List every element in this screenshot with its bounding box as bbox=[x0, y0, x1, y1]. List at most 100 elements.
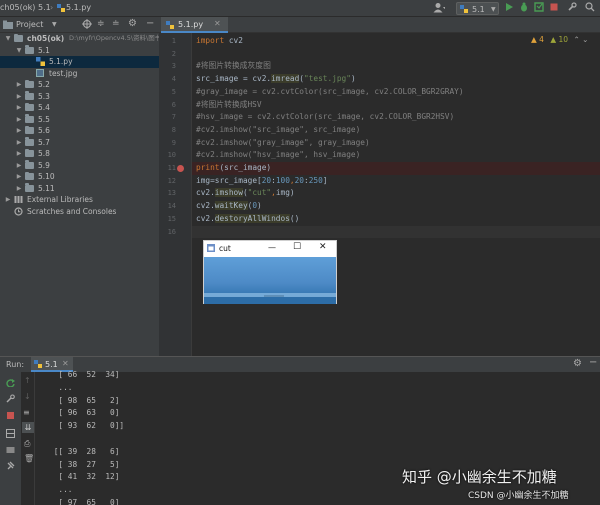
arrow-down-icon[interactable]: ↓ bbox=[24, 392, 31, 401]
tab-label: 5.1.py bbox=[178, 20, 204, 29]
chevron-right-icon[interactable]: ▶ bbox=[15, 114, 23, 126]
wrench-icon[interactable] bbox=[6, 394, 15, 403]
tree-item[interactable]: ▶ 5.10 bbox=[0, 171, 159, 183]
gear-icon[interactable]: ⚙ bbox=[573, 358, 582, 369]
close-tab-icon[interactable]: ✕ bbox=[62, 359, 69, 368]
code-token: 20 bbox=[261, 175, 272, 185]
chevron-right-icon[interactable]: ▶ bbox=[15, 91, 23, 103]
breakpoint-icon[interactable] bbox=[177, 165, 184, 172]
console-line: [[ 39 28 6] bbox=[49, 446, 120, 456]
tree-item-label: 5.2 bbox=[38, 80, 50, 89]
tab-5-1-py[interactable]: 5.1.py ✕ bbox=[161, 17, 228, 33]
run-icon[interactable] bbox=[503, 2, 515, 15]
python-file-icon bbox=[166, 21, 174, 29]
breadcrumb-folder[interactable]: 5.1 bbox=[38, 3, 51, 12]
chevron-down-icon[interactable]: ▼ bbox=[4, 33, 12, 45]
folder-icon bbox=[25, 91, 34, 100]
stop-icon[interactable] bbox=[6, 411, 15, 420]
layout-icon[interactable] bbox=[6, 429, 15, 438]
gear-icon[interactable]: ⚙ bbox=[128, 18, 137, 29]
chevron-right-icon[interactable]: ▶ bbox=[15, 160, 23, 172]
code-editor[interactable]: ▲ 4 ▲ 10 ⌃ ⌄ import cv2 #将图片转换成灰度图 src_ima… bbox=[192, 33, 600, 356]
run-configuration-select[interactable]: 5.1 ▼ bbox=[456, 2, 499, 15]
arrow-up-icon[interactable]: ↑ bbox=[24, 376, 31, 385]
tree-item[interactable]: ▶ 5.3 bbox=[0, 91, 159, 103]
code-token: print bbox=[196, 163, 220, 172]
trash-icon[interactable]: 🗑 bbox=[24, 454, 34, 463]
search-everywhere-icon[interactable] bbox=[584, 2, 596, 15]
scratches-icon bbox=[14, 206, 23, 216]
tree-item[interactable]: ▶ 5.4 bbox=[0, 102, 159, 114]
tree-item[interactable]: 5.1.py bbox=[0, 56, 159, 68]
chevron-down-icon[interactable]: ▼ bbox=[15, 45, 23, 57]
chevron-right-icon[interactable]: ▶ bbox=[15, 137, 23, 149]
tree-item[interactable]: ▶ 5.7 bbox=[0, 137, 159, 149]
image-file-icon bbox=[36, 69, 44, 77]
chevron-down-icon[interactable]: ⌄ bbox=[582, 35, 588, 44]
console-line: [ 93 62 0]] bbox=[49, 421, 125, 431]
console-line: ... bbox=[49, 485, 73, 495]
chevron-right-icon[interactable]: ▶ bbox=[15, 125, 23, 137]
line-number: 1 bbox=[171, 37, 176, 45]
code-token: #cv2.imshow("src_image", src_image) bbox=[196, 124, 361, 134]
watermark-sub: CSDN @小幽余生不加糖 bbox=[468, 491, 569, 501]
user-icon[interactable] bbox=[430, 2, 448, 15]
chevron-up-icon[interactable]: ⌃ bbox=[573, 35, 579, 44]
chevron-right-icon[interactable]: ▶ bbox=[15, 79, 23, 91]
breadcrumb-file[interactable]: 5.1.py bbox=[57, 3, 91, 12]
locate-file-icon[interactable] bbox=[82, 19, 92, 31]
line-number: 12 bbox=[167, 176, 176, 185]
tree-item[interactable]: ▶ 5.11 bbox=[0, 183, 159, 195]
line-number-gutter: 1 2 3 4 5 6 7 8 9 10 11 12 13 14 15 16 bbox=[159, 33, 191, 356]
inspection-widget[interactable]: ▲ 4 ▲ 10 ⌃ ⌄ bbox=[531, 35, 588, 44]
chevron-right-icon[interactable]: ▶ bbox=[15, 171, 23, 183]
tree-item[interactable]: ▶ External Libraries bbox=[0, 194, 159, 206]
code-line: #cv2.imshow("hsv_image", hsv_image) bbox=[196, 149, 360, 162]
folder-icon bbox=[25, 171, 34, 180]
cut-image-window[interactable]: cut — ☐ ✕ bbox=[203, 240, 337, 304]
code-token: imshow bbox=[214, 188, 243, 198]
hide-panel-icon[interactable]: − bbox=[589, 357, 597, 368]
wrench-icon[interactable] bbox=[566, 2, 578, 15]
maximize-button[interactable]: ☐ bbox=[293, 242, 301, 252]
expand-all-icon[interactable]: ≑ bbox=[97, 19, 105, 29]
hide-panel-icon[interactable]: − bbox=[146, 18, 154, 29]
tree-item-label: 5.1.py bbox=[49, 57, 73, 66]
layout-icon[interactable] bbox=[6, 445, 15, 454]
cut-window-titlebar[interactable]: cut — ☐ ✕ bbox=[204, 241, 336, 256]
minimize-button[interactable]: — bbox=[268, 243, 276, 252]
chevron-down-icon[interactable]: ▼ bbox=[52, 21, 57, 28]
folder-icon bbox=[25, 102, 34, 111]
collapse-all-icon[interactable]: ≐ bbox=[112, 19, 120, 29]
rerun-icon[interactable] bbox=[6, 378, 15, 387]
print-icon[interactable]: ⎙ bbox=[24, 439, 30, 449]
pin-icon[interactable] bbox=[6, 461, 15, 470]
stop-icon[interactable] bbox=[548, 2, 560, 15]
close-tab-icon[interactable]: ✕ bbox=[214, 19, 221, 28]
tree-item[interactable]: ▼ 5.1 bbox=[0, 45, 159, 57]
code-token: 20 bbox=[294, 175, 304, 185]
tree-item[interactable]: ▶ 5.8 bbox=[0, 148, 159, 160]
tree-item-path: D:\myfr\Opencv4.5\资料\图书资 bbox=[69, 34, 168, 42]
tree-item[interactable]: ▶ 5.2 bbox=[0, 79, 159, 91]
tree-item[interactable]: ▶ 5.9 bbox=[0, 160, 159, 172]
tree-item[interactable]: test.jpg bbox=[0, 68, 159, 80]
chevron-down-icon: ▼ bbox=[491, 6, 496, 13]
tree-item-label: External Libraries bbox=[27, 195, 93, 204]
chevron-right-icon[interactable]: ▶ bbox=[15, 183, 23, 195]
tree-item[interactable]: ▶ 5.6 bbox=[0, 125, 159, 137]
project-panel-title[interactable]: Project bbox=[16, 20, 43, 29]
tree-item[interactable]: Scratches and Consoles bbox=[0, 206, 159, 218]
coverage-icon[interactable] bbox=[533, 2, 545, 15]
chevron-right-icon[interactable]: ▶ bbox=[4, 194, 12, 206]
debug-icon[interactable] bbox=[518, 2, 530, 15]
chevron-right-icon[interactable]: ▶ bbox=[15, 102, 23, 114]
watermark-main: 知乎 @小幽余生不加糖 bbox=[402, 468, 557, 486]
tree-item[interactable]: ▶ 5.5 bbox=[0, 114, 159, 126]
tree-item-label: 5.5 bbox=[38, 114, 50, 124]
close-button[interactable]: ✕ bbox=[319, 242, 327, 252]
scroll-to-end-icon[interactable]: ⇊ bbox=[22, 422, 34, 433]
soft-wrap-icon[interactable]: ≡ bbox=[23, 408, 30, 417]
tree-item[interactable]: ▼ ch05(ok) D:\myfr\Opencv4.5\资料\图书资 bbox=[0, 33, 168, 45]
chevron-right-icon[interactable]: ▶ bbox=[15, 148, 23, 160]
